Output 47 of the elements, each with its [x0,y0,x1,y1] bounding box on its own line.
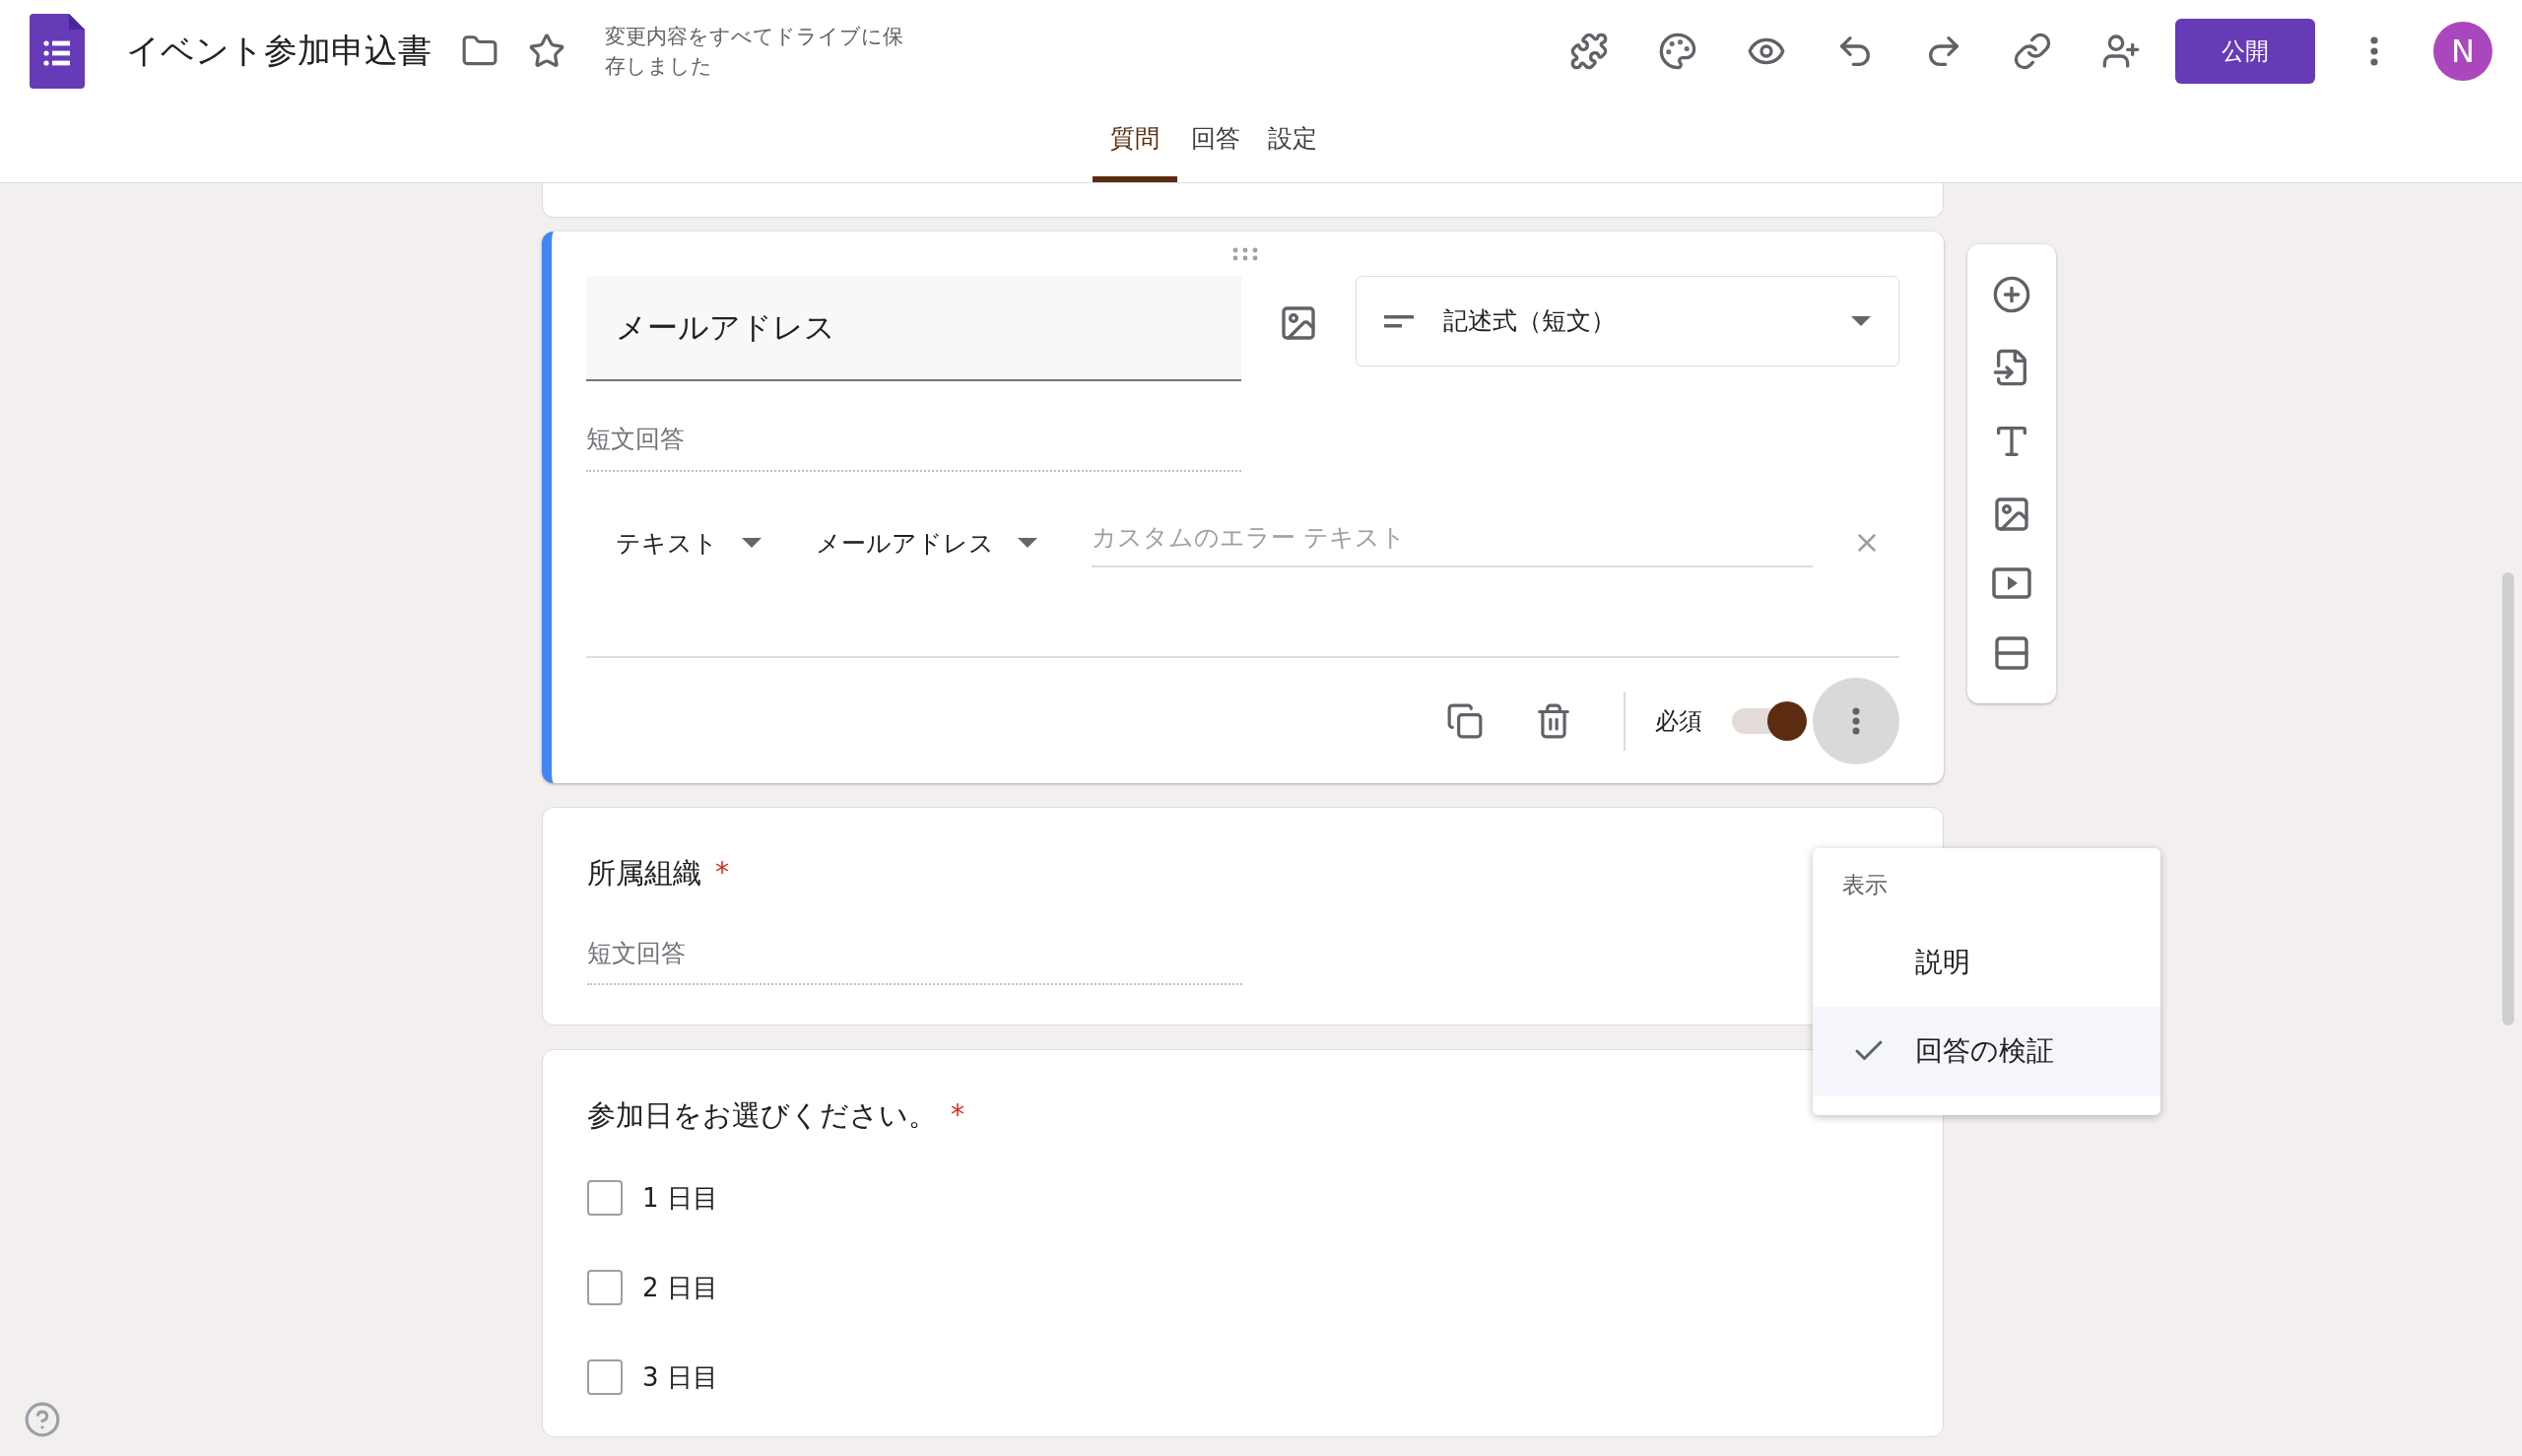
caret-icon [742,538,762,549]
form-title[interactable]: イベント参加申込書 [126,26,431,76]
tab[interactable]: 回答 [1177,101,1254,182]
validation-rule-dropdown[interactable]: メールアドレス [816,524,1037,562]
option-label: 3 日目 [642,1360,718,1394]
forms-logo[interactable] [30,13,85,89]
copy-icon[interactable] [1446,701,1484,740]
custom-error-field[interactable]: カスタムのエラー テキスト [1092,518,1813,567]
question-title-field[interactable]: メールアドレス [586,276,1241,381]
question-title: 参加日をお選びください。 [587,1097,937,1134]
menu-item[interactable]: 説明 [1813,917,2160,1007]
checkbox[interactable] [587,1180,623,1216]
puzzle-icon[interactable] [1569,31,1609,71]
option-label: 1 日目 [642,1181,718,1215]
more-icon [1852,706,1860,735]
tab[interactable]: 設定 [1254,101,1331,182]
short-text-icon [1384,313,1416,329]
avatar[interactable]: N [2433,21,2492,81]
question-type-dropdown[interactable]: 記述式（短文） [1356,276,1899,366]
more-icon[interactable] [2370,35,2378,66]
checkbox[interactable] [587,1270,623,1305]
required-switch[interactable] [1732,700,1807,741]
delete-icon[interactable] [1535,701,1572,740]
short-answer-field: 短文回答 [587,934,1242,985]
drag-handle-icon[interactable] [1231,246,1259,262]
publish-button[interactable]: 公開 [2175,18,2315,84]
menu-header: 表示 [1841,871,1889,899]
add-question-icon[interactable] [1992,275,2031,315]
short-answer-field: 短文回答 [586,421,1241,472]
option-label: 2 日目 [642,1271,718,1304]
caret-icon [1851,316,1871,326]
question-title: 所属組織 [587,855,701,892]
switch-knob[interactable] [1767,700,1807,741]
question-type-label: 記述式（短文） [1443,305,1617,338]
menu-item[interactable]: 回答の検証 [1813,1006,2160,1095]
required-label: 必須 [1655,705,1702,737]
checkbox[interactable] [587,1359,623,1395]
save-status: 変更内容をすべてドライブに保存しました [605,23,904,80]
caret-icon [1018,538,1037,549]
star-icon[interactable] [528,32,565,70]
required-asterisk: * [951,1097,964,1133]
palette-icon[interactable] [1658,31,1697,71]
image-icon[interactable] [1279,303,1318,343]
validation-category-dropdown[interactable]: テキスト [616,524,762,562]
video-icon[interactable] [1992,567,2031,600]
link-icon[interactable] [2013,31,2052,71]
required-asterisk: * [715,855,729,891]
